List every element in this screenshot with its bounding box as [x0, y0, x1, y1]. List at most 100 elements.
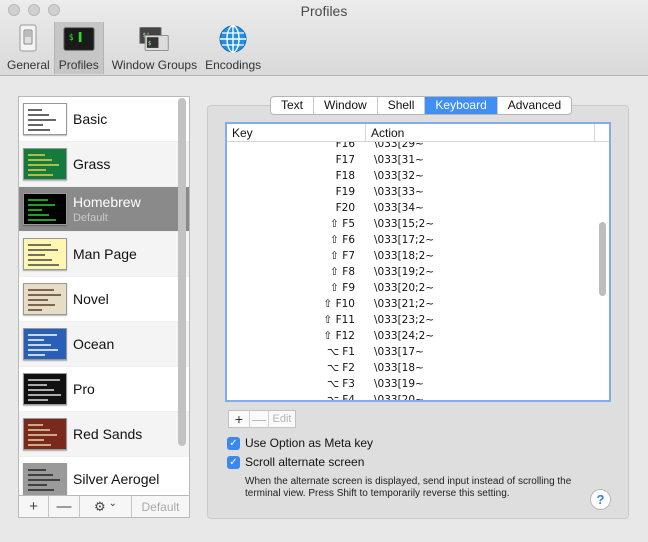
profile-list[interactable]: Basic Grass Homebrew Default Man Page Novel Oc…	[18, 96, 190, 496]
table-row[interactable]: ⇧ F7 \033[18;2~	[227, 248, 609, 264]
table-row[interactable]: ⇧ F12 \033[24;2~	[227, 328, 609, 344]
scroll-alternate-screen-note: When the alternate screen is displayed, …	[245, 476, 572, 499]
add-profile-button[interactable]: +	[19, 496, 49, 517]
checkbox-label: Scroll alternate screen	[245, 455, 365, 469]
profile-preview-thumbnail	[23, 103, 67, 135]
profile-name: Ocean	[73, 336, 115, 352]
profile-preview-thumbnail	[23, 193, 67, 225]
edit-key-mapping-button[interactable]: Edit	[269, 411, 295, 427]
table-row[interactable]: ⌥ F2 \033[18~	[227, 360, 609, 376]
profile-list-item[interactable]: Homebrew Default	[19, 187, 189, 232]
default-profile-label: Default	[73, 212, 108, 224]
action-cell: \033[21;2~	[374, 298, 435, 310]
profile-name: Basic	[73, 111, 108, 127]
profile-name-group: Homebrew Default	[73, 194, 141, 224]
table-row[interactable]: ⌥ F4 \033[20~	[227, 392, 609, 400]
key-cell: ⇧ F7	[330, 250, 355, 262]
svg-text:$: $	[148, 40, 152, 47]
add-key-mapping-button[interactable]: +	[229, 411, 250, 427]
column-header-key[interactable]: Key	[227, 124, 366, 141]
action-cell: \033[33~	[374, 186, 424, 198]
tab-text[interactable]: Text	[271, 97, 315, 114]
key-cell: ⇧ F5	[330, 218, 355, 230]
window-titlebar: Profiles General $ ▌ Profiles $ Window G…	[0, 0, 648, 76]
table-row[interactable]: ⌥ F1 \033[17~	[227, 344, 609, 360]
action-cell: \033[15;2~	[374, 218, 435, 230]
action-cell: \033[20;2~	[374, 282, 435, 294]
help-button[interactable]: ?	[590, 489, 611, 510]
action-cell: \033[31~	[374, 154, 424, 166]
profile-list-item[interactable]: Grass	[19, 142, 189, 187]
remove-key-mapping-button[interactable]: —	[250, 411, 269, 427]
gear-icon: ⚙	[93, 498, 106, 514]
profile-preview-thumbnail	[23, 373, 67, 405]
key-cell: ⌥ F1	[326, 346, 355, 358]
tab-window[interactable]: Window	[314, 97, 378, 114]
toolbar-window-groups[interactable]: $! $ Window Groups	[108, 22, 201, 74]
profile-list-scrollbar[interactable]	[178, 98, 186, 446]
key-cell: ⇧ F8	[330, 266, 355, 278]
action-cell: \033[18;2~	[374, 250, 435, 262]
table-row[interactable]: ⇧ F10 \033[21;2~	[227, 296, 609, 312]
profile-list-item[interactable]: Man Page	[19, 232, 189, 277]
table-row[interactable]: ⌥ F3 \033[19~	[227, 376, 609, 392]
table-row[interactable]: F17 \033[31~	[227, 152, 609, 168]
general-switch-icon	[12, 24, 44, 54]
key-cell: ⌥ F4	[326, 394, 355, 400]
tab-shell[interactable]: Shell	[378, 97, 426, 114]
profile-list-item[interactable]: Basic	[19, 97, 189, 142]
profile-list-item[interactable]: Ocean	[19, 322, 189, 367]
table-row[interactable]: F20 \033[34~	[227, 200, 609, 216]
set-default-profile-button[interactable]: Default	[132, 496, 189, 517]
profile-name-group: Ocean	[73, 336, 114, 352]
table-row[interactable]: ⇧ F5 \033[15;2~	[227, 216, 609, 232]
profile-list-item[interactable]: Red Sands	[19, 412, 189, 457]
scroll-alternate-screen-checkbox[interactable]: ✓ Scroll alternate screen	[227, 455, 364, 469]
table-row[interactable]: ⇧ F9 \033[20;2~	[227, 280, 609, 296]
use-option-meta-checkbox[interactable]: ✓ Use Option as Meta key	[227, 436, 373, 450]
profile-list-item[interactable]: Pro	[19, 367, 189, 412]
key-mapping-table[interactable]: Key Action F16 \033[29~ F17 \033[31~ F18 \033…	[225, 122, 611, 402]
profile-name-group: Red Sands	[73, 426, 142, 442]
table-row[interactable]: F16 \033[29~	[227, 142, 609, 152]
key-cell: ⌥ F2	[326, 362, 355, 374]
toolbar-general[interactable]: General	[3, 22, 54, 74]
profile-name: Homebrew	[73, 194, 141, 210]
window-title: Profiles	[300, 3, 348, 19]
action-cell: \033[23;2~	[374, 314, 435, 326]
profile-name: Silver Aerogel	[73, 471, 160, 487]
profile-preview-thumbnail	[23, 148, 67, 180]
profile-list-item[interactable]: Novel	[19, 277, 189, 322]
profile-preview-thumbnail	[23, 238, 67, 270]
toolbar-label: Profiles	[58, 58, 99, 72]
profile-name: Man Page	[73, 246, 137, 262]
table-row[interactable]: F18 \033[32~	[227, 168, 609, 184]
tab-keyboard[interactable]: Keyboard	[425, 97, 498, 114]
table-row[interactable]: ⇧ F8 \033[19;2~	[227, 264, 609, 280]
table-row[interactable]: F19 \033[33~	[227, 184, 609, 200]
terminal-profile-icon: $ ▌	[63, 24, 95, 54]
key-cell: F16	[335, 142, 355, 150]
column-header-action[interactable]: Action	[366, 124, 595, 141]
action-cell: \033[29~	[374, 142, 424, 150]
profile-name: Red Sands	[73, 426, 143, 442]
tab-advanced[interactable]: Advanced	[498, 97, 571, 114]
table-row[interactable]: ⇧ F6 \033[17;2~	[227, 232, 609, 248]
key-cell: ⇧ F10	[323, 298, 355, 310]
profile-preview-thumbnail	[23, 418, 67, 450]
profile-preview-thumbnail	[23, 283, 67, 315]
profile-actions-menu[interactable]: ⚙ ⌄	[80, 496, 132, 517]
table-body: F16 \033[29~ F17 \033[31~ F18 \033[32~ F19 \033…	[227, 142, 609, 400]
action-cell: \033[17;2~	[374, 234, 435, 246]
profile-list-item[interactable]: Silver Aerogel	[19, 457, 189, 495]
toolbar-encodings[interactable]: Encodings	[201, 22, 265, 74]
table-scrollbar[interactable]	[599, 222, 606, 296]
remove-profile-button[interactable]: —	[49, 496, 80, 517]
toolbar-profiles[interactable]: $ ▌ Profiles	[53, 22, 104, 74]
checkmark-icon: ✓	[227, 436, 240, 450]
key-cell: F18	[335, 170, 355, 182]
profile-name-group: Pro	[73, 381, 95, 397]
action-cell: \033[34~	[374, 202, 424, 214]
profile-name-group: Silver Aerogel	[73, 471, 159, 487]
table-row[interactable]: ⇧ F11 \033[23;2~	[227, 312, 609, 328]
